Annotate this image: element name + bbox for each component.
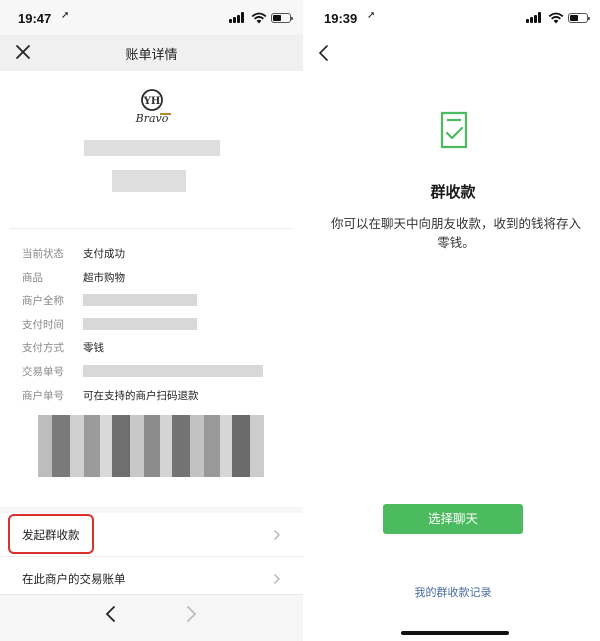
info-row-pay-method: 支付方式 零钱 bbox=[22, 342, 104, 355]
location-arrow-icon: ➚ bbox=[61, 10, 70, 21]
chevron-right-icon bbox=[274, 574, 280, 584]
info-row-status: 当前状态 支付成功 bbox=[22, 248, 125, 260]
signal-icon bbox=[229, 12, 247, 23]
info-row-merchant-order-id: 商户单号 可在支持的商户扫码退款 bbox=[22, 389, 199, 402]
forward-arrow-icon[interactable] bbox=[184, 605, 198, 623]
info-row-goods: 商品 超市购物 bbox=[22, 271, 125, 284]
info-row-merchant-name: 商户全称 bbox=[22, 289, 292, 313]
info-row-transaction-id: 交易单号 bbox=[22, 360, 292, 384]
navigation-bar: 账单详情 bbox=[0, 35, 303, 71]
feature-description: 你可以在聊天中向朋友收款，收到的钱将存入零钱。 bbox=[330, 216, 581, 250]
blurred-value bbox=[83, 294, 197, 307]
battery-icon bbox=[568, 13, 590, 23]
browser-toolbar bbox=[0, 594, 303, 641]
status-time: 19:47 bbox=[18, 11, 52, 26]
blurred-barcode bbox=[38, 415, 264, 477]
document-check-icon bbox=[440, 111, 468, 149]
bill-detail-screen: 19:47 ➚ 账单详情 YH Bravo 当前状态 支付成功 商品 超市购物 … bbox=[0, 0, 303, 641]
info-row-pay-time: 支付时间 bbox=[22, 313, 292, 337]
bill-info-list: 当前状态 支付成功 商品 超市购物 商户全称 支付时间 支付方式 零钱 交易单号 bbox=[22, 242, 292, 407]
my-collection-records-link[interactable]: 我的群收款记录 bbox=[306, 584, 600, 600]
battery-icon bbox=[271, 13, 293, 23]
svg-text:YH: YH bbox=[143, 96, 161, 107]
divider bbox=[10, 228, 293, 229]
blurred-amount bbox=[112, 170, 186, 192]
home-indicator[interactable] bbox=[401, 631, 509, 635]
status-time: 19:39 bbox=[324, 11, 358, 26]
signal-icon bbox=[526, 12, 544, 23]
back-arrow-icon[interactable] bbox=[318, 44, 330, 62]
blurred-value bbox=[83, 364, 263, 377]
wifi-icon bbox=[548, 12, 564, 24]
blurred-merchant-name bbox=[84, 140, 220, 156]
chevron-right-icon bbox=[274, 530, 280, 540]
feature-title: 群收款 bbox=[430, 183, 476, 201]
wifi-icon bbox=[251, 12, 267, 24]
select-chat-button[interactable]: 选择聊天 bbox=[383, 504, 523, 534]
merchant-logo: YH Bravo bbox=[135, 89, 171, 125]
status-bar: 19:39 ➚ bbox=[306, 0, 600, 40]
location-arrow-icon: ➚ bbox=[367, 10, 376, 21]
page-title: 账单详情 bbox=[125, 48, 178, 63]
highlight-box bbox=[8, 514, 94, 554]
back-arrow-icon[interactable] bbox=[104, 605, 118, 623]
group-collection-screen: 19:39 ➚ 群收款 你可以在聊天中向朋友收款，收到的钱将存入零钱。 选择聊天… bbox=[306, 0, 600, 641]
status-bar: 19:47 ➚ bbox=[0, 0, 303, 40]
bill-card: YH Bravo 当前状态 支付成功 商品 超市购物 商户全称 支付时间 支付方… bbox=[0, 71, 303, 507]
blurred-value bbox=[83, 317, 197, 330]
